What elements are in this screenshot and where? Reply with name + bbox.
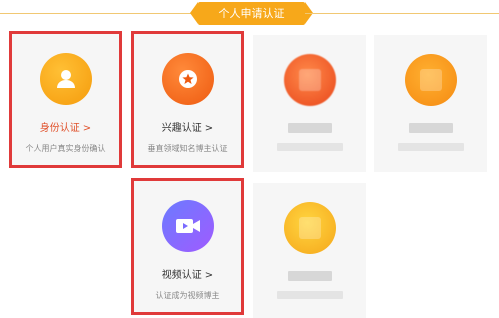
interest-verification-desc: 垂直领域知名博主认证 xyxy=(147,144,228,153)
pixelated-glyph xyxy=(419,69,442,91)
chevron-right-icon: > xyxy=(204,123,214,134)
chevron-right-icon: > xyxy=(204,270,214,281)
blurred-verification-card[interactable] xyxy=(374,35,487,172)
identity-verification-title[interactable]: 身份认证 > xyxy=(40,119,91,134)
blurred-desc-placeholder xyxy=(276,291,343,299)
video-verification-title[interactable]: 视频认证 > xyxy=(162,266,213,281)
video-verification-card[interactable]: 视频认证 > 认证成为视频博主 xyxy=(131,178,244,315)
blurred-verification-card[interactable] xyxy=(253,183,366,318)
chevron-right-icon: > xyxy=(82,123,92,134)
blurred-title-placeholder xyxy=(408,123,453,133)
blurred-title-placeholder xyxy=(287,123,332,133)
blurred-icon xyxy=(404,54,457,106)
video-verification-desc: 认证成为视频博主 xyxy=(155,291,220,300)
pixelated-glyph xyxy=(298,217,321,239)
blurred-icon xyxy=(283,54,336,106)
blurred-desc-placeholder xyxy=(276,143,343,151)
header-divider-right xyxy=(305,13,499,14)
interest-verification-card[interactable]: 兴趣认证 > 垂直领域知名博主认证 xyxy=(131,31,244,168)
interest-verification-title[interactable]: 兴趣认证 > xyxy=(162,119,213,134)
identity-verification-card[interactable]: 身份认证 > 个人用户真实身份确认 xyxy=(9,31,122,168)
blurred-title-placeholder xyxy=(287,271,332,281)
person-icon xyxy=(39,53,92,105)
section-title: 个人申请认证 xyxy=(190,2,313,25)
blurred-verification-card[interactable] xyxy=(253,35,366,172)
blurred-icon xyxy=(283,202,336,254)
star-icon xyxy=(161,53,214,105)
blurred-desc-placeholder xyxy=(397,143,464,151)
header-divider-left xyxy=(0,13,198,14)
video-camera-icon xyxy=(161,200,214,252)
pixelated-glyph xyxy=(298,69,321,91)
identity-verification-desc: 个人用户真实身份确认 xyxy=(25,144,106,153)
